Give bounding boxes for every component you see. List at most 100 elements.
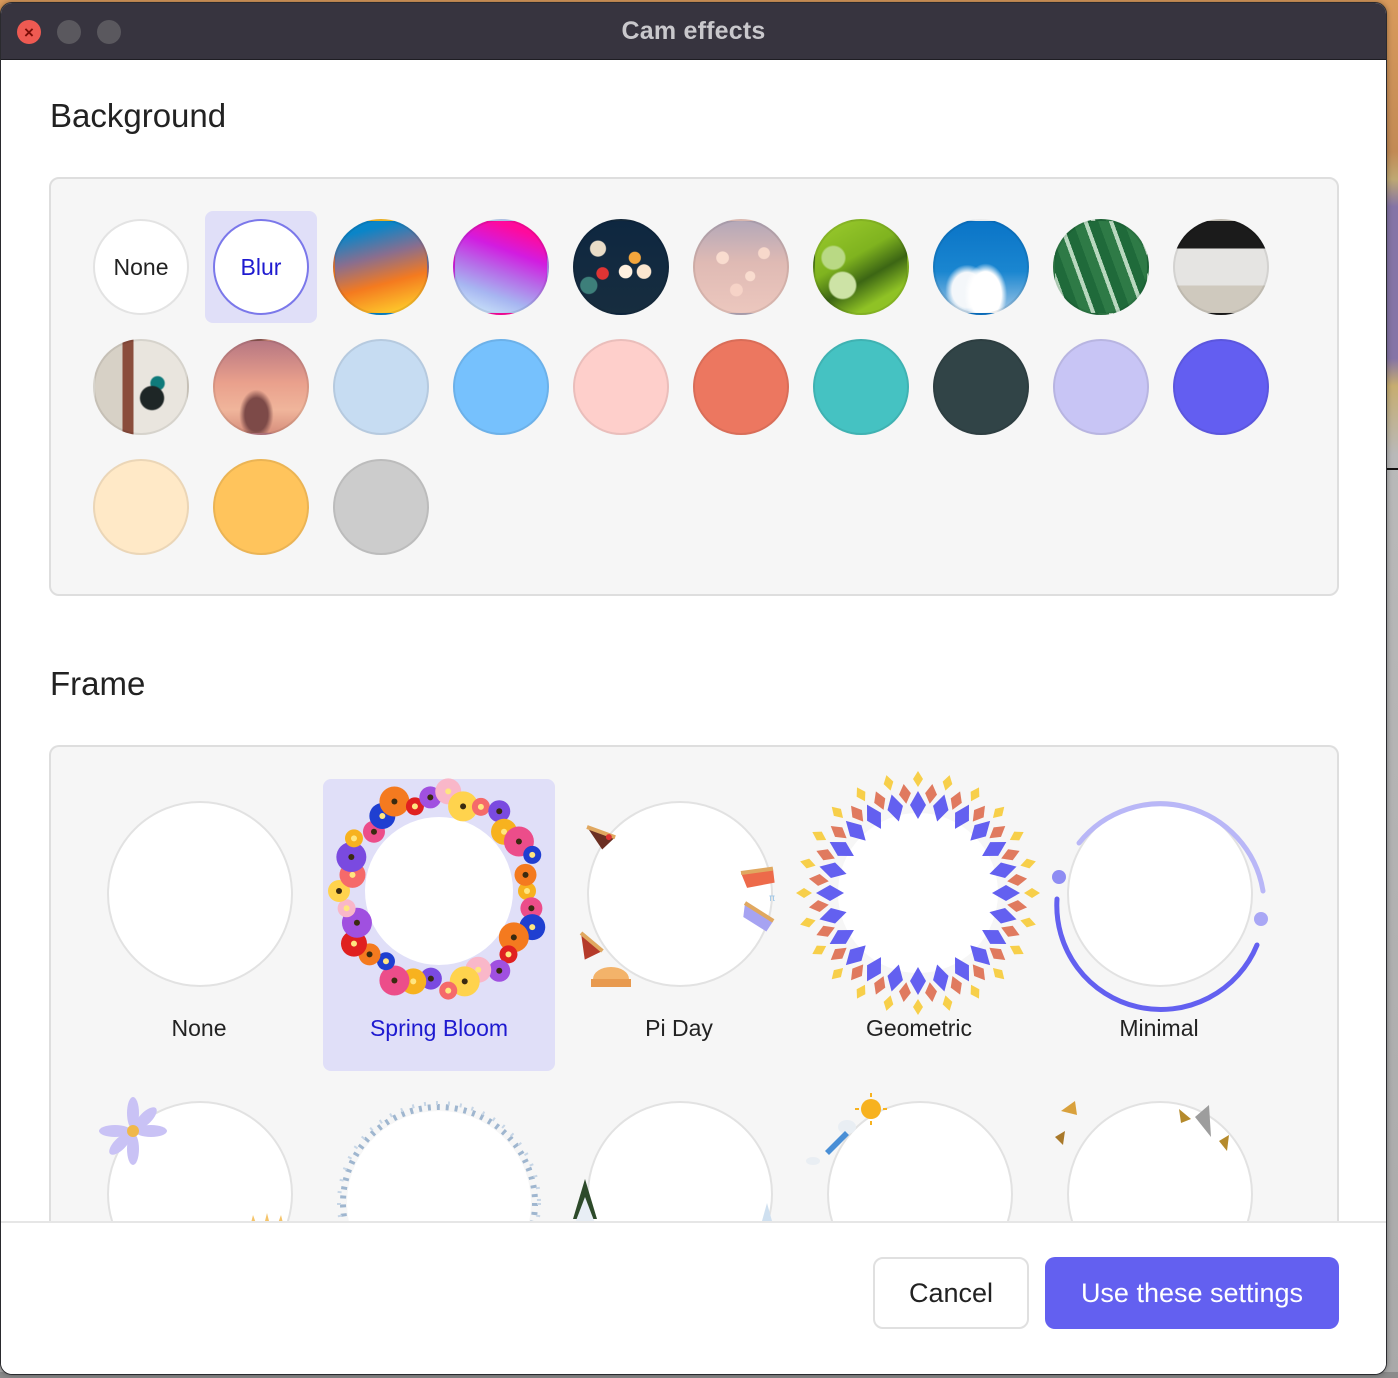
background-option-bokeh-pink[interactable] (685, 211, 797, 323)
diamond-shape-icon (933, 964, 949, 992)
background-option-coral[interactable] (685, 331, 797, 443)
flower-center-icon (366, 951, 373, 958)
cream-swatch (93, 459, 189, 555)
flower-petal-icon (337, 899, 356, 918)
flower-center-icon (529, 924, 536, 931)
flower-center-icon (496, 808, 503, 815)
background-option-bokeh-night[interactable] (565, 211, 677, 323)
background-option-marigold[interactable] (205, 451, 317, 563)
geometric-sunburst-icon (796, 771, 1040, 1015)
frame-option-winter-wreath[interactable] (323, 1079, 555, 1221)
background-option-lavender[interactable] (1045, 331, 1157, 443)
flower-center-icon (501, 828, 508, 835)
diamond-shape-icon (856, 787, 866, 802)
cancel-button[interactable]: Cancel (873, 1257, 1029, 1329)
diamond-shape-icon (851, 964, 864, 981)
background-option-gray[interactable] (325, 451, 437, 563)
frame-label: Pi Day (645, 1015, 713, 1041)
diamond-shape-icon (831, 806, 844, 819)
flower-center-icon (382, 958, 389, 965)
cam-effects-window: × Cam effects Background None Blur Frame… (0, 2, 1387, 1375)
flower-petal-icon (340, 930, 367, 957)
background-option-living-room[interactable] (85, 331, 197, 443)
gradient-sunset-swatch (333, 219, 429, 315)
diamond-shape-icon (989, 862, 1017, 878)
frame-option-daisy[interactable] (83, 1079, 315, 1221)
diamond-shape-icon (1007, 900, 1028, 913)
background-option-sky-blue[interactable] (445, 331, 557, 443)
background-option-plant-leaves[interactable] (1045, 211, 1157, 323)
window-title: Cam effects (621, 17, 766, 45)
background-option-light-pink[interactable] (565, 331, 677, 443)
content-scroll-area[interactable]: Background None Blur Frame None Spring B… (1, 61, 1386, 1221)
flower-center-icon (427, 794, 434, 801)
background-option-light-blue[interactable] (325, 331, 437, 443)
flower-wreath-icon (328, 778, 546, 1000)
background-option-office-room[interactable] (1165, 211, 1277, 323)
frame-option-sunny-travel[interactable] (803, 1079, 1035, 1221)
flower-petal-icon (503, 826, 534, 857)
frame-option-none[interactable]: None (83, 779, 315, 1071)
living-room-swatch (93, 339, 189, 435)
frame-option-snowy-pines[interactable] (563, 1079, 795, 1221)
frame-option-spring-bloom[interactable]: Spring Bloom (323, 778, 555, 1071)
diamond-shape-icon (913, 999, 923, 1015)
dialog-footer: Cancel Use these settings (1, 1221, 1386, 1374)
flower-petal-icon (379, 965, 410, 996)
background-option-gradient-sunset[interactable] (325, 211, 437, 323)
diamond-shape-icon (898, 982, 911, 1003)
diamond-shape-icon (851, 805, 864, 822)
frame-option-celebration[interactable] (1043, 1079, 1275, 1221)
background-option-pink-sky[interactable] (205, 331, 317, 443)
flower-petal-icon (514, 863, 537, 886)
flower-center-icon (410, 978, 417, 985)
diamond-shape-icon (831, 967, 844, 980)
diamond-shape-icon (829, 842, 854, 856)
frame-label: Geometric (865, 1015, 973, 1041)
diamond-shape-icon (812, 831, 827, 841)
background-option-blur[interactable]: Blur (205, 211, 317, 323)
diamond-shape-icon (970, 787, 980, 802)
dark-slate-swatch (933, 339, 1029, 435)
flower-petal-icon (488, 800, 511, 823)
use-these-settings-button[interactable]: Use these settings (1045, 1257, 1339, 1329)
background-option-sky-clouds[interactable] (925, 211, 1037, 323)
flower-petal-icon (435, 778, 462, 805)
diamond-shape-icon (1009, 831, 1024, 841)
diamond-shape-icon (819, 862, 847, 878)
diamond-shape-icon (955, 804, 969, 829)
flower-petal-icon (344, 829, 363, 848)
frame-option-pi-day[interactable]: π Pi Day (563, 779, 795, 1071)
flower-center-icon (460, 803, 467, 810)
background-option-teal[interactable] (805, 331, 917, 443)
diamond-shape-icon (982, 842, 1007, 856)
frame-label: Spring Bloom (369, 1015, 509, 1041)
diamond-shape-icon (887, 964, 903, 992)
flower-center-icon (349, 871, 356, 878)
diamond-shape-icon (829, 930, 854, 944)
flower-petal-icon (465, 956, 492, 983)
flower-center-icon (528, 905, 535, 912)
flower-center-icon (522, 871, 529, 878)
background-option-gradient-magenta[interactable] (445, 211, 557, 323)
frame-label: None (171, 1015, 227, 1041)
flower-petal-icon (328, 880, 350, 902)
background-option-none[interactable]: None (85, 211, 197, 323)
background-option-dark-slate[interactable] (925, 331, 1037, 443)
background-option-cream[interactable] (85, 451, 197, 563)
background-option-indigo[interactable] (1165, 331, 1277, 443)
background-option-green-blur[interactable] (805, 211, 917, 323)
flower-petal-icon (400, 968, 427, 995)
office-room-swatch (1173, 219, 1269, 315)
flower-petal-icon (518, 882, 536, 900)
frame-option-geometric[interactable]: Geometric (796, 771, 1040, 1071)
diamond-shape-icon (816, 925, 835, 937)
diamond-shape-icon (887, 794, 903, 822)
teal-swatch (813, 339, 909, 435)
frame-option-minimal[interactable]: Minimal (1043, 779, 1275, 1071)
diamond-shape-icon (812, 945, 827, 955)
diamond-shape-icon (992, 967, 1005, 980)
flower-center-icon (461, 978, 468, 985)
flower-center-icon (475, 966, 482, 973)
diamond-shape-icon (910, 967, 926, 995)
